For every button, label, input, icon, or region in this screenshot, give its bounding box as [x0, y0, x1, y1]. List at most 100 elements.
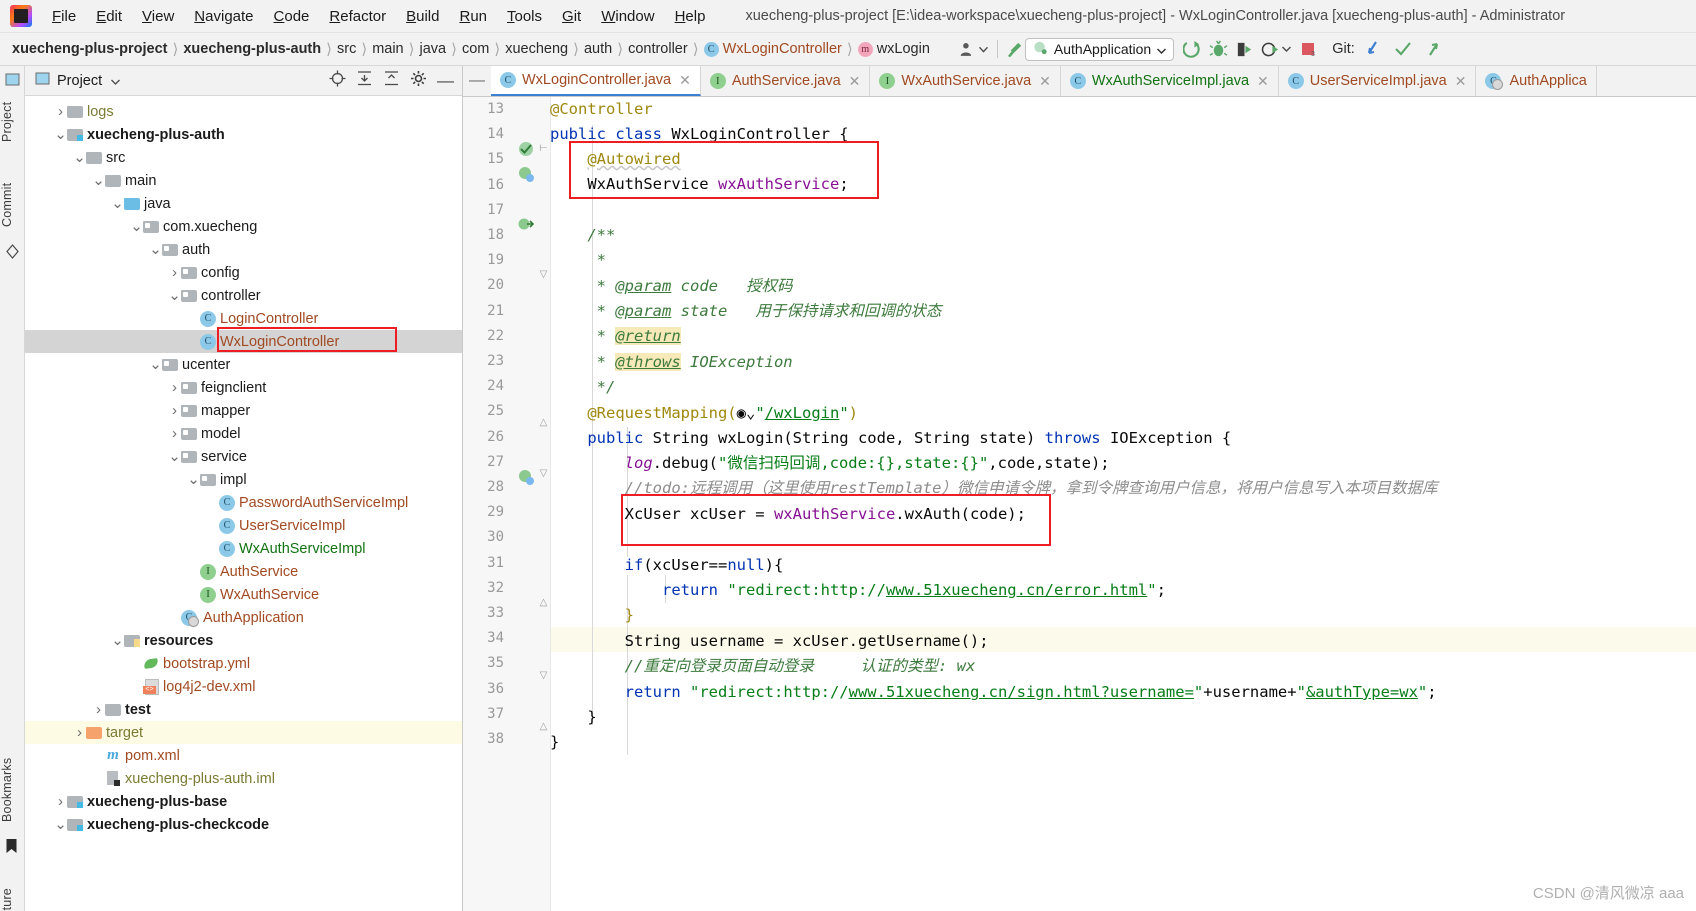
- locate-icon[interactable]: [329, 70, 346, 92]
- tree-item-impl[interactable]: ⌄ impl: [25, 468, 462, 491]
- chevron-down-icon[interactable]: [1157, 41, 1167, 57]
- breadcrumb[interactable]: xuecheng-plus-project ⟩ xuecheng-plus-au…: [0, 40, 930, 58]
- chevron-down-icon[interactable]: ⌄: [149, 242, 162, 257]
- chevron-down-icon[interactable]: [978, 39, 990, 59]
- tree-item-resources[interactable]: ⌄ resources: [25, 629, 462, 652]
- tree-item-bootstrap-yml[interactable]: bootstrap.yml: [25, 652, 462, 675]
- editor-gutter[interactable]: 13 14 15 16 17 18 19 20 21 22 23 24 25 26 27 28 29 30 31 32…: [463, 97, 550, 911]
- breadcrumb-item-7[interactable]: auth: [584, 41, 612, 57]
- chevron-down-icon[interactable]: [111, 72, 121, 90]
- chevron-down-icon[interactable]: ⌄: [92, 173, 105, 188]
- fold-marker-icon[interactable]: △: [538, 721, 549, 732]
- tool-tab-structure[interactable]: ucture: [0, 876, 25, 911]
- code-editor[interactable]: 13 14 15 16 17 18 19 20 21 22 23 24 25 26 27 28 29 30 31 32…: [463, 97, 1696, 911]
- stop-icon[interactable]: 3: [1298, 39, 1318, 59]
- menu-edit[interactable]: Edit: [86, 5, 132, 28]
- profile-icon[interactable]: [1260, 39, 1280, 59]
- close-icon[interactable]: ✕: [1039, 73, 1051, 90]
- run-gutter-icon[interactable]: [518, 141, 534, 157]
- tool-tab-bookmarks[interactable]: Bookmarks: [0, 746, 25, 834]
- chevron-down-icon[interactable]: ⌄: [168, 288, 181, 303]
- fold-marker-icon[interactable]: ▽: [538, 468, 549, 479]
- chevron-right-icon[interactable]: ›: [73, 724, 86, 741]
- build-hammer-icon[interactable]: [1005, 39, 1025, 59]
- tree-item-xuecheng-plus-auth-iml[interactable]: xuecheng-plus-auth.iml: [25, 767, 462, 790]
- chevron-down-icon[interactable]: ⌄: [187, 472, 200, 487]
- tree-item-model[interactable]: › model: [25, 422, 462, 445]
- close-icon[interactable]: ✕: [1455, 73, 1467, 90]
- tree-item-passwordauthserviceimpl[interactable]: C PasswordAuthServiceImpl: [25, 491, 462, 514]
- menu-navigate[interactable]: Navigate: [184, 5, 263, 28]
- tab-authapplication[interactable]: C AuthApplica: [1476, 66, 1597, 96]
- code-text[interactable]: @Controller public class WxLoginControll…: [550, 97, 1696, 911]
- tree-item-log4j2-dev-xml[interactable]: log4j2-dev.xml: [25, 675, 462, 698]
- tab-authservice[interactable]: I AuthService.java ✕: [700, 66, 871, 96]
- chevron-down-icon[interactable]: ⌄: [149, 357, 162, 372]
- tree-item-src[interactable]: ⌄ src: [25, 146, 462, 169]
- tree-item-mapper[interactable]: › mapper: [25, 399, 462, 422]
- project-tree[interactable]: › logs ⌄ xuecheng-plus-auth ⌄ src ⌄ main ⌄ java ⌄ c…: [25, 96, 462, 836]
- git-commit-icon[interactable]: [1393, 39, 1413, 59]
- chevron-down-icon[interactable]: ⌄: [168, 449, 181, 464]
- fold-marker-icon[interactable]: ▽: [538, 670, 549, 681]
- git-update-icon[interactable]: [1363, 39, 1383, 59]
- breadcrumb-item-3[interactable]: main: [372, 41, 403, 57]
- tree-item-auth[interactable]: ⌄ auth: [25, 238, 462, 261]
- menu-refactor[interactable]: Refactor: [319, 5, 396, 28]
- tree-item-target[interactable]: › target: [25, 721, 462, 744]
- menu-git[interactable]: Git: [552, 5, 591, 28]
- menu-view[interactable]: View: [132, 5, 184, 28]
- fold-marker-icon[interactable]: ⊢: [538, 143, 549, 154]
- chevron-down-icon[interactable]: ⌄: [111, 196, 124, 211]
- tab-userserviceimpl[interactable]: C UserServiceImpl.java ✕: [1278, 66, 1477, 96]
- run-with-coverage-icon[interactable]: [1234, 39, 1254, 59]
- tree-item-com-xuecheng[interactable]: ⌄ com.xuecheng: [25, 215, 462, 238]
- chevron-right-icon[interactable]: ›: [54, 103, 67, 120]
- editor-tab-bar[interactable]: — C WxLoginController.java ✕ I AuthServi…: [463, 66, 1696, 97]
- close-icon[interactable]: ✕: [849, 73, 861, 90]
- tree-item-java[interactable]: ⌄ java: [25, 192, 462, 215]
- breadcrumb-item-0[interactable]: xuecheng-plus-project: [12, 41, 168, 57]
- chevron-down-icon[interactable]: ⌄: [73, 150, 86, 165]
- tree-item-authapplication[interactable]: C AuthApplication: [25, 606, 462, 629]
- breadcrumb-item-2[interactable]: src: [337, 41, 356, 57]
- tree-item-ucenter[interactable]: ⌄ ucenter: [25, 353, 462, 376]
- chevron-right-icon[interactable]: ›: [168, 425, 181, 442]
- mapping-gutter-icon[interactable]: [518, 469, 534, 485]
- tool-tab-commit[interactable]: Commit: [0, 174, 25, 236]
- menu-file[interactable]: File: [42, 5, 86, 28]
- tree-item-wxauthservice[interactable]: I WxAuthService: [25, 583, 462, 606]
- chevron-down-icon[interactable]: ⌄: [54, 817, 67, 832]
- chevron-right-icon[interactable]: ›: [168, 264, 181, 281]
- tree-item-xuecheng-plus-base[interactable]: › xuecheng-plus-base: [25, 790, 462, 813]
- chevron-down-icon[interactable]: ⌄: [54, 127, 67, 142]
- tree-item-config[interactable]: › config: [25, 261, 462, 284]
- breadcrumb-item-5[interactable]: com: [462, 41, 489, 57]
- breadcrumb-item-6[interactable]: xuecheng: [505, 41, 568, 57]
- tree-item-xuecheng-plus-auth[interactable]: ⌄ xuecheng-plus-auth: [25, 123, 462, 146]
- tree-item-userserviceimpl[interactable]: C UserServiceImpl: [25, 514, 462, 537]
- debug-icon[interactable]: [1208, 39, 1228, 59]
- chevron-down-icon[interactable]: ⌄: [130, 219, 143, 234]
- chevron-right-icon[interactable]: ›: [92, 701, 105, 718]
- tool-tab-project[interactable]: Project: [0, 90, 25, 154]
- fold-marker-icon[interactable]: △: [538, 417, 549, 428]
- tab-wxauthservice[interactable]: I WxAuthService.java ✕: [870, 66, 1061, 96]
- tree-item-wxauthserviceimpl[interactable]: C WxAuthServiceImpl: [25, 537, 462, 560]
- chevron-right-icon[interactable]: ›: [168, 402, 181, 419]
- tree-item-controller[interactable]: ⌄ controller: [25, 284, 462, 307]
- menu-bar[interactable]: File Edit View Navigate Code Refactor Bu…: [42, 5, 715, 28]
- tree-item-logs[interactable]: › logs: [25, 100, 462, 123]
- breadcrumb-item-1[interactable]: xuecheng-plus-auth: [183, 41, 321, 57]
- tree-item-wxlogincontroller[interactable]: C WxLoginController: [25, 330, 462, 353]
- chevron-right-icon[interactable]: ›: [54, 793, 67, 810]
- close-icon[interactable]: ✕: [1257, 73, 1269, 90]
- tree-item-authservice[interactable]: I AuthService: [25, 560, 462, 583]
- git-push-icon[interactable]: [1423, 39, 1443, 59]
- menu-build[interactable]: Build: [396, 5, 449, 28]
- breadcrumb-item-4[interactable]: java: [419, 41, 446, 57]
- breadcrumb-item-9[interactable]: C WxLoginController: [703, 41, 842, 57]
- bean-gutter-icon[interactable]: [518, 166, 534, 182]
- gear-icon[interactable]: [410, 70, 427, 92]
- menu-code[interactable]: Code: [264, 5, 320, 28]
